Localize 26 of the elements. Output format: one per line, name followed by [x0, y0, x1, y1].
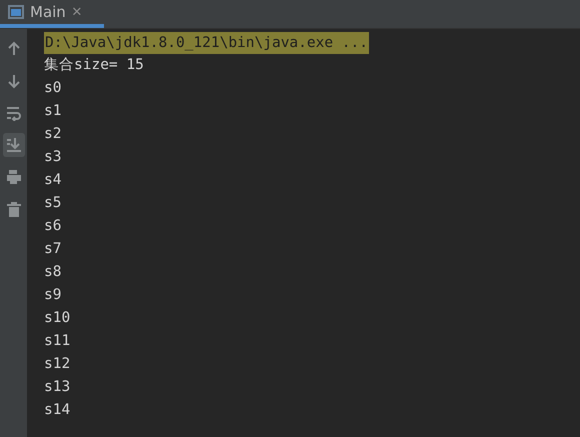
output-line: s14	[44, 401, 70, 420]
output-line: s11	[44, 332, 70, 351]
output-line: 集合size= 15	[44, 56, 144, 75]
output-line: s13	[44, 378, 70, 397]
close-button[interactable]: ×	[72, 2, 82, 22]
scroll-to-end-button[interactable]	[2, 133, 24, 157]
scroll-to-end-icon	[6, 137, 22, 153]
tab-label: Main	[30, 3, 66, 21]
output-line: s1	[44, 102, 62, 121]
window-icon	[8, 5, 24, 19]
output-line: s3	[44, 148, 62, 167]
output-line: s8	[44, 263, 62, 282]
output-line: s12	[44, 355, 70, 374]
up-arrow-icon	[6, 41, 22, 57]
output-line: s4	[44, 171, 62, 190]
output-line: s6	[44, 217, 62, 236]
output-line: s0	[44, 79, 62, 98]
wrap-icon	[6, 105, 22, 121]
output-line: s7	[44, 240, 62, 259]
output-line: s5	[44, 194, 62, 213]
trash-icon	[6, 201, 22, 217]
output-line: s2	[44, 125, 62, 144]
down-arrow-icon	[6, 73, 22, 89]
output-line: s9	[44, 286, 62, 305]
output-line: s10	[44, 309, 70, 328]
printer-icon	[6, 169, 22, 185]
